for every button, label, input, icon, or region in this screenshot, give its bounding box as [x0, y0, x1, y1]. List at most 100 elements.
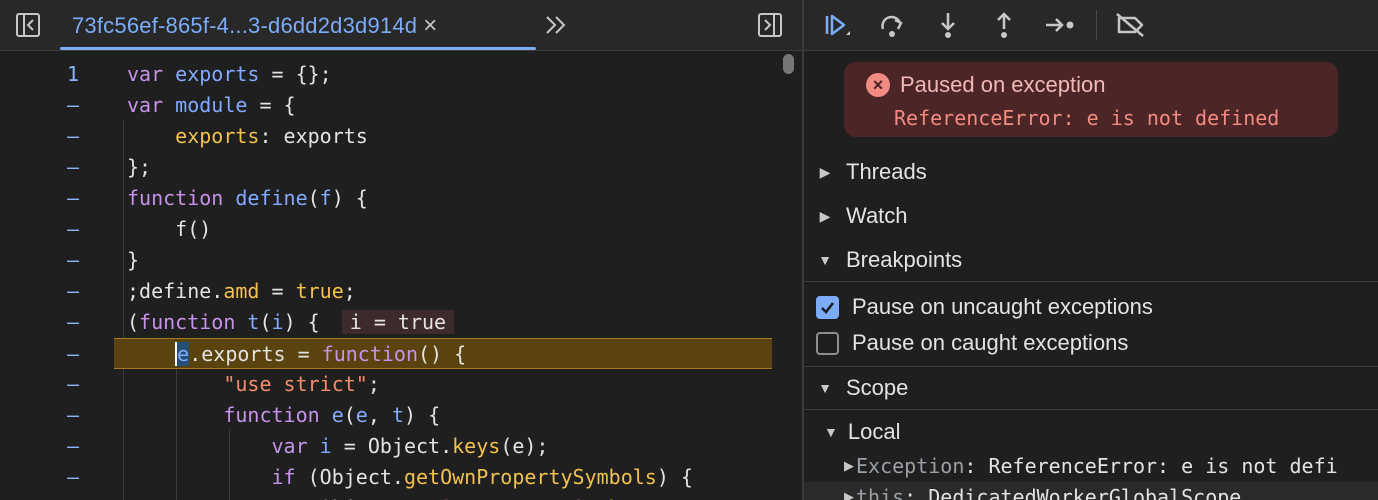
chevron-right-icon: ▶	[844, 489, 854, 500]
debugger-toolbar	[804, 0, 1378, 51]
section-breakpoints[interactable]: ▼ Breakpoints	[804, 238, 1378, 282]
line-number[interactable]: –	[40, 307, 106, 338]
variable-value: ReferenceError: e is not defi	[976, 454, 1338, 478]
code-text: function e(e, t) {	[223, 403, 441, 427]
tab-source-file[interactable]: 73fc56ef-865f-4...3-d6dd2d3d914d ×	[60, 0, 449, 51]
code-text: e.exports = function() {	[175, 342, 467, 366]
line-number[interactable]: –	[40, 121, 106, 152]
line-number[interactable]: –	[40, 431, 106, 462]
code-text: var i = Object.keys(e);	[271, 434, 549, 458]
chevron-down-icon: ▼	[818, 380, 832, 396]
code-line[interactable]: – (function t(i) { i = true	[0, 307, 772, 338]
section-scope[interactable]: ▼ Scope	[804, 366, 1378, 410]
close-icon[interactable]: ×	[423, 13, 437, 38]
line-number[interactable]: –	[40, 339, 106, 370]
chevron-down-icon: ▼	[824, 424, 838, 440]
code-text: ;define.amd = true;	[127, 279, 356, 303]
variable-value: DedicatedWorkerGlobalScope	[916, 485, 1242, 500]
code-text: (function t(i) { i = true	[127, 307, 455, 338]
pause-uncaught-checkbox[interactable]	[816, 295, 839, 319]
code-line[interactable]: –}	[0, 245, 772, 276]
code-text: "use strict";	[223, 372, 380, 396]
line-number[interactable]: –	[40, 462, 106, 493]
code-line[interactable]: – function define(f) {	[0, 183, 772, 214]
sidebar-right-toggle-icon[interactable]	[754, 9, 786, 41]
pause-caught-row[interactable]: Pause on caught exceptions	[804, 325, 1378, 361]
scrollbar-thumb[interactable]	[783, 54, 794, 74]
toolbar-separator	[1096, 10, 1097, 40]
code-text: }	[127, 248, 140, 272]
chevron-right-icon: ▶	[819, 207, 831, 224]
scope-local[interactable]: ▼ Local	[804, 414, 1378, 450]
code-text: f()	[127, 217, 212, 241]
step-icon[interactable]	[1042, 8, 1078, 42]
resume-icon[interactable]	[818, 8, 854, 42]
chevron-double-right-icon[interactable]	[540, 9, 572, 41]
code-line[interactable]: – ;define.amd = true;	[0, 276, 772, 307]
line-number[interactable]: –	[40, 183, 106, 214]
scope-variable-exception[interactable]: ▶ Exception: ReferenceError: e is not de…	[804, 451, 1378, 481]
source-pane: 73fc56ef-865f-4...3-d6dd2d3d914d × 1 var …	[0, 0, 803, 500]
pause-uncaught-row[interactable]: Pause on uncaught exceptions	[804, 289, 1378, 325]
error-icon: ×	[866, 73, 890, 97]
code-line[interactable]: – exports: exports	[0, 121, 772, 152]
source-tab-bar: 73fc56ef-865f-4...3-d6dd2d3d914d ×	[0, 0, 803, 51]
code-text: if (Object.getOwnPropertySymbols) {	[271, 465, 693, 489]
sidebar-toggle-icon[interactable]	[12, 9, 44, 41]
step-into-icon[interactable]	[930, 8, 966, 42]
exception-title: Paused on exception	[900, 72, 1106, 97]
code-text: };	[127, 155, 152, 179]
section-threads[interactable]: ▶ Threads	[804, 150, 1378, 194]
variable-name: Exception	[856, 454, 965, 478]
pause-caught-checkbox[interactable]	[816, 331, 839, 355]
code-text: function define(f) {	[127, 186, 368, 210]
code-text: var module = {	[127, 93, 296, 117]
code-line[interactable]: – var module = {	[0, 90, 772, 121]
active-tab-indicator	[60, 47, 536, 50]
section-label: Scope	[846, 375, 909, 400]
pause-caught-label: Pause on caught exceptions	[852, 330, 1129, 355]
line-number[interactable]: –	[40, 90, 106, 121]
step-out-icon[interactable]	[986, 8, 1022, 42]
line-number[interactable]: –	[40, 245, 106, 276]
line-number[interactable]: –	[40, 214, 106, 245]
chevron-down-icon: ▼	[818, 251, 832, 268]
debugger-pane: × Paused on exception ReferenceError: e …	[804, 0, 1378, 500]
section-label: Breakpoints	[846, 246, 963, 272]
code-line[interactable]: – function e(e, t) {	[0, 400, 772, 431]
variable-name: this	[856, 485, 905, 500]
code-line[interactable]: –};	[0, 152, 772, 183]
code-line[interactable]: 1 var exports = {};	[0, 59, 772, 90]
code-text: Object.getOwnPropertySymb	[127, 493, 621, 500]
section-label: Watch	[846, 203, 908, 228]
code-editor[interactable]: 1 var exports = {}; – var module = {– expor…	[0, 58, 772, 500]
pause-uncaught-label: Pause on uncaught exceptions	[852, 294, 1153, 319]
line-number[interactable]: 1	[40, 59, 106, 90]
code-text: var exports = {};	[127, 62, 332, 86]
chevron-right-icon: ▶	[819, 163, 831, 180]
line-number[interactable]: –	[40, 400, 106, 431]
code-line[interactable]: – f()	[0, 214, 772, 245]
chevron-right-icon: ▶	[844, 458, 854, 473]
line-number[interactable]: –	[40, 276, 106, 307]
deactivate-breakpoints-icon[interactable]	[1112, 8, 1148, 42]
line-number[interactable]: –	[40, 152, 106, 183]
code-line[interactable]: – if (Object.getOwnPropertySymbols) {	[0, 462, 772, 493]
section-label: Threads	[846, 159, 927, 184]
exception-message: ReferenceError: e is not defined	[894, 106, 1280, 130]
inline-value: i = true	[341, 310, 455, 334]
scrollbar[interactable]	[780, 52, 796, 500]
exception-banner: × Paused on exception ReferenceError: e …	[844, 62, 1338, 137]
section-watch[interactable]: ▶ Watch	[804, 194, 1378, 238]
step-over-icon[interactable]	[874, 8, 910, 42]
line-number[interactable]: –	[40, 369, 106, 400]
line-number[interactable]: –	[40, 493, 106, 500]
tab-label: 73fc56ef-865f-4...3-d6dd2d3d914d	[72, 12, 418, 38]
code-line[interactable]: – var i = Object.keys(e);	[0, 431, 772, 462]
scope-local-label: Local	[847, 419, 901, 444]
scope-variable-this[interactable]: ▶ this: DedicatedWorkerGlobalScope	[804, 482, 1378, 500]
code-text: exports: exports	[175, 124, 368, 148]
code-line[interactable]: – Object.getOwnPropertySymb	[0, 493, 772, 500]
code-line-paused[interactable]: – e.exports = function() {	[67, 338, 772, 369]
code-line[interactable]: – "use strict";	[0, 369, 772, 400]
